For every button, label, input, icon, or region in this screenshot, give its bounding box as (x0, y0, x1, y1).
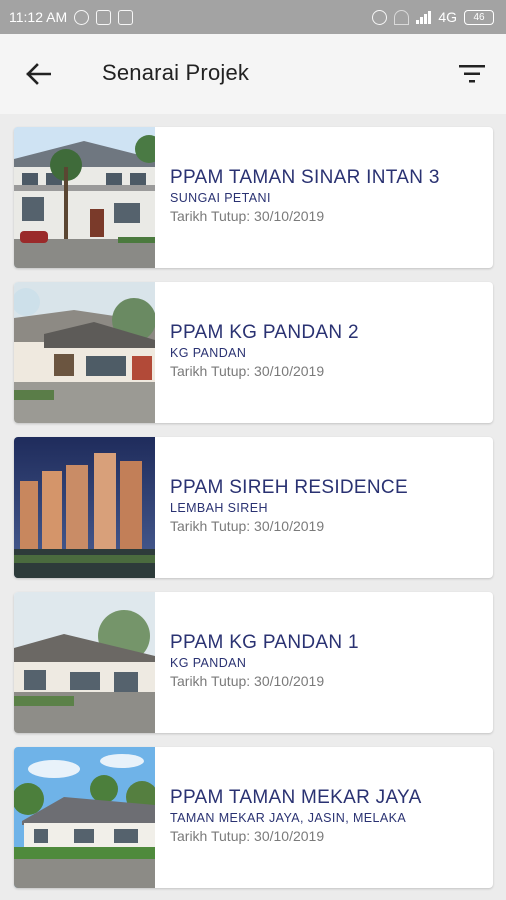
project-info: PPAM TAMAN SINAR INTAN 3 SUNGAI PETANI T… (155, 127, 493, 268)
project-closing-date: Tarikh Tutup: 30/10/2019 (170, 516, 493, 536)
project-card[interactable]: PPAM KG PANDAN 1 KG PANDAN Tarikh Tutup:… (14, 592, 493, 733)
closing-label: Tarikh Tutup: (170, 517, 251, 534)
project-location: SUNGAI PETANI (170, 190, 271, 205)
closing-label: Tarikh Tutup: (170, 827, 251, 844)
project-list: PPAM TAMAN SINAR INTAN 3 SUNGAI PETANI T… (14, 127, 493, 900)
project-thumbnail (14, 437, 155, 578)
project-thumbnail (14, 592, 155, 733)
project-thumbnail (14, 747, 155, 888)
signal-icon (416, 10, 432, 24)
wifi-off-icon (394, 9, 410, 25)
filter-button[interactable] (448, 52, 496, 96)
page-title: Senarai Projek (102, 60, 250, 85)
app-bar: Senarai Projek (0, 34, 506, 114)
project-name: PPAM KG PANDAN 2 (170, 321, 359, 343)
project-name: PPAM TAMAN MEKAR JAYA (170, 786, 422, 808)
project-name: PPAM SIREH RESIDENCE (170, 476, 408, 498)
whatsapp-icon (74, 9, 90, 25)
battery-level: 46 (473, 11, 485, 23)
project-name: PPAM KG PANDAN 1 (170, 631, 359, 653)
project-closing-date: Tarikh Tutup: 30/10/2019 (170, 671, 493, 691)
project-card[interactable]: PPAM KG PANDAN 2 KG PANDAN Tarikh Tutup:… (14, 282, 493, 423)
closing-date-value: 30/10/2019 (254, 362, 325, 379)
status-right: 4G 46 (372, 9, 494, 25)
status-bar: 11:12 AM 4G 46 (0, 0, 506, 34)
arrow-left-icon (26, 63, 51, 85)
closing-date-value: 30/10/2019 (254, 207, 325, 224)
project-card[interactable]: PPAM TAMAN MEKAR JAYA TAMAN MEKAR JAYA, … (14, 747, 493, 888)
project-location: LEMBAH SIREH (170, 500, 268, 515)
closing-date-value: 30/10/2019 (254, 672, 325, 689)
project-card[interactable]: PPAM SIREH RESIDENCE LEMBAH SIREH Tarikh… (14, 437, 493, 578)
status-time: 11:12 AM (9, 9, 68, 25)
alarm-icon (372, 9, 388, 25)
project-info: PPAM SIREH RESIDENCE LEMBAH SIREH Tarikh… (155, 437, 493, 578)
screen-icon (118, 9, 134, 25)
project-closing-date: Tarikh Tutup: 30/10/2019 (170, 206, 493, 226)
network-type: 4G (438, 9, 457, 25)
project-info: PPAM KG PANDAN 2 KG PANDAN Tarikh Tutup:… (155, 282, 493, 423)
project-closing-date: Tarikh Tutup: 30/10/2019 (170, 826, 493, 846)
closing-date-value: 30/10/2019 (254, 517, 325, 534)
closing-label: Tarikh Tutup: (170, 362, 251, 379)
project-thumbnail (14, 127, 155, 268)
project-thumbnail (14, 282, 155, 423)
project-card[interactable]: PPAM TAMAN SINAR INTAN 3 SUNGAI PETANI T… (14, 127, 493, 268)
closing-label: Tarikh Tutup: (170, 207, 251, 224)
project-location: KG PANDAN (170, 655, 247, 670)
project-info: PPAM KG PANDAN 1 KG PANDAN Tarikh Tutup:… (155, 592, 493, 733)
project-location: KG PANDAN (170, 345, 247, 360)
project-closing-date: Tarikh Tutup: 30/10/2019 (170, 361, 493, 381)
project-info: PPAM TAMAN MEKAR JAYA TAMAN MEKAR JAYA, … (155, 747, 493, 888)
project-name: PPAM TAMAN SINAR INTAN 3 (170, 166, 440, 188)
linkedin-icon (96, 9, 112, 25)
status-left: 11:12 AM (9, 9, 134, 25)
project-location: TAMAN MEKAR JAYA, JASIN, MELAKA (170, 810, 407, 825)
back-button[interactable] (14, 52, 62, 96)
battery-icon: 46 (464, 9, 494, 25)
closing-date-value: 30/10/2019 (254, 827, 325, 844)
closing-label: Tarikh Tutup: (170, 672, 251, 689)
filter-list-icon (459, 65, 485, 83)
